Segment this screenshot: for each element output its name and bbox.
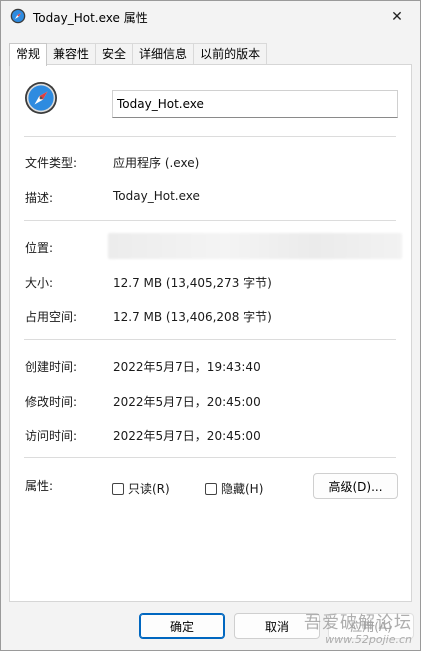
created-value: 2022年5月7日，19:43:40 bbox=[113, 360, 261, 374]
ok-button[interactable]: 确定 bbox=[139, 613, 225, 639]
location-value-blurred bbox=[108, 233, 402, 259]
file-type-value: 应用程序 (.exe) bbox=[113, 156, 200, 170]
tab-previous-versions[interactable]: 以前的版本 bbox=[193, 43, 268, 65]
advanced-button[interactable]: 高级(D)... bbox=[313, 473, 398, 499]
close-button[interactable]: ✕ bbox=[374, 1, 420, 33]
hidden-checkbox[interactable]: 隐藏(H) bbox=[205, 480, 263, 497]
divider bbox=[24, 220, 396, 221]
modified-label: 修改时间: bbox=[25, 395, 78, 409]
close-icon: ✕ bbox=[391, 9, 403, 25]
description-label: 描述: bbox=[25, 191, 54, 205]
title-bar[interactable]: Today_Hot.exe 属性 ✕ bbox=[1, 1, 420, 33]
tab-compatibility[interactable]: 兼容性 bbox=[46, 43, 97, 65]
compass-icon bbox=[25, 82, 57, 114]
checkbox-box[interactable] bbox=[205, 482, 217, 495]
accessed-label: 访问时间: bbox=[25, 429, 78, 443]
modified-value: 2022年5月7日，20:45:00 bbox=[113, 395, 261, 409]
tab-security[interactable]: 安全 bbox=[95, 43, 134, 65]
file-name-field[interactable] bbox=[112, 90, 398, 118]
divider bbox=[24, 339, 396, 340]
divider bbox=[24, 457, 396, 458]
window-title: Today_Hot.exe 属性 bbox=[33, 11, 148, 25]
readonly-checkbox[interactable]: 只读(R) bbox=[112, 480, 170, 497]
location-label: 位置: bbox=[25, 241, 54, 255]
accessed-value: 2022年5月7日，20:45:00 bbox=[113, 429, 261, 443]
properties-dialog: Today_Hot.exe 属性 ✕ 常规 兼容性 安全 详细信息 以前的版本 … bbox=[0, 0, 421, 651]
size-label: 大小: bbox=[25, 276, 54, 290]
tab-bar: 常规 兼容性 安全 详细信息 以前的版本 bbox=[9, 43, 268, 66]
size-on-disk-value: 12.7 MB (13,406,208 字节) bbox=[113, 310, 272, 324]
tab-general[interactable]: 常规 bbox=[9, 43, 48, 66]
compass-icon bbox=[10, 8, 26, 24]
size-value: 12.7 MB (13,405,273 字节) bbox=[113, 276, 272, 290]
hidden-label: 隐藏(H) bbox=[221, 482, 264, 496]
attributes-label: 属性: bbox=[25, 479, 54, 493]
general-panel: 文件类型: 应用程序 (.exe) 描述: Today_Hot.exe 位置: … bbox=[9, 64, 412, 602]
size-on-disk-label: 占用空间: bbox=[25, 310, 78, 324]
created-label: 创建时间: bbox=[25, 360, 78, 374]
divider bbox=[24, 136, 396, 137]
cancel-button[interactable]: 取消 bbox=[234, 613, 320, 639]
tab-details[interactable]: 详细信息 bbox=[132, 43, 195, 65]
checkbox-box[interactable] bbox=[112, 482, 124, 495]
apply-button[interactable]: 应用(A) bbox=[328, 613, 414, 639]
description-value: Today_Hot.exe bbox=[113, 189, 200, 203]
readonly-label: 只读(R) bbox=[128, 482, 170, 496]
file-type-label: 文件类型: bbox=[25, 156, 78, 170]
